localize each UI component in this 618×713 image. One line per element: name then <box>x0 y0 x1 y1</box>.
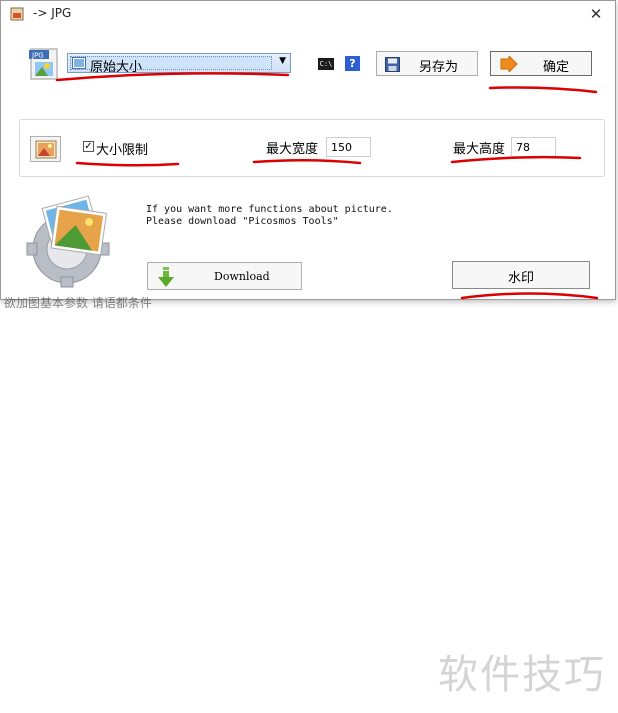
size-mode-select[interactable]: 原始大小 ▼ <box>67 53 291 75</box>
jpg-file-icon: JPG <box>29 48 58 80</box>
picosmos-logo <box>26 195 110 288</box>
save-as-button[interactable]: 另存为 <box>376 51 478 76</box>
save-as-label: 另存为 <box>419 60 459 75</box>
size-mode-value: 原始大小 <box>90 60 143 75</box>
check-mark-icon: ✓ <box>84 141 93 152</box>
resize-image-button[interactable] <box>30 136 61 162</box>
image-size-icon <box>72 57 86 69</box>
promo-text: If you want more functions about picture… <box>146 204 393 227</box>
window-title: -> JPG <box>33 6 72 20</box>
command-icon[interactable]: C:\ <box>318 58 334 70</box>
dropdown-arrow-icon[interactable]: ▼ <box>279 56 286 66</box>
close-icon: ✕ <box>589 5 603 23</box>
floppy-disk-icon <box>385 57 400 72</box>
download-arrow-icon <box>158 267 174 287</box>
ok-label: 确定 <box>543 60 570 75</box>
max-width-label: 最大宽度 <box>266 142 319 157</box>
ok-button[interactable]: 确定 <box>490 51 592 76</box>
site-watermark: 软件技巧 <box>438 652 606 698</box>
watermark-label: 水印 <box>507 271 534 286</box>
help-icon[interactable]: ? <box>345 56 360 71</box>
max-width-input[interactable]: 150 <box>326 137 371 157</box>
background-text: 欲加图基本参数 请语都条件 <box>4 296 152 310</box>
title-bar[interactable]: -> JPG ✕ <box>1 1 615 27</box>
watermark-button[interactable]: 水印 <box>452 261 590 289</box>
download-button[interactable]: Download <box>147 262 302 290</box>
max-height-input[interactable]: 78 <box>511 137 556 157</box>
svg-text:JPG: JPG <box>31 52 44 60</box>
arrow-right-icon <box>500 56 518 72</box>
converter-window: -> JPG ✕ JPG 原始大小 ▼ C:\ ? 另存为 确定 ✓ 大小限制 … <box>0 0 616 300</box>
picture-icon <box>35 140 57 159</box>
download-label: Download <box>214 270 270 283</box>
size-limit-label: 大小限制 <box>96 143 149 158</box>
max-height-label: 最大高度 <box>453 142 506 157</box>
size-limit-checkbox[interactable]: ✓ <box>83 141 94 152</box>
app-icon <box>10 7 24 21</box>
close-button[interactable]: ✕ <box>583 3 609 25</box>
